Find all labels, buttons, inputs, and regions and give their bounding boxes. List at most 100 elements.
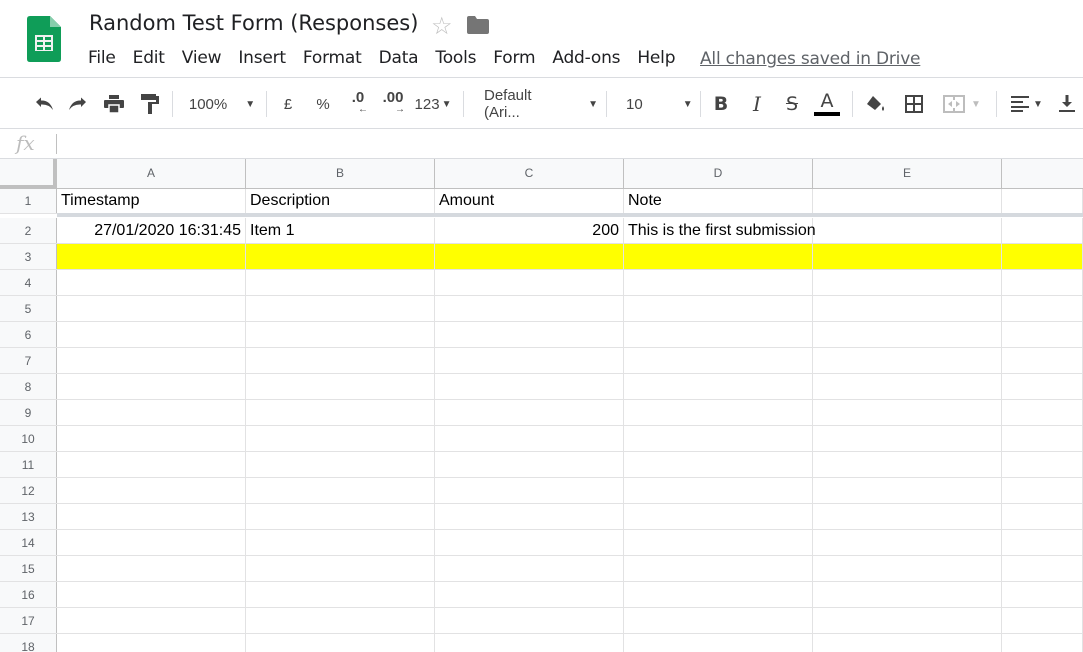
- row-header[interactable]: 18: [0, 634, 57, 652]
- cell[interactable]: [813, 296, 1002, 321]
- cell[interactable]: [57, 296, 246, 321]
- cell[interactable]: [813, 244, 1002, 269]
- cell[interactable]: [435, 504, 624, 529]
- cell[interactable]: [435, 582, 624, 607]
- column-header-d[interactable]: D: [624, 159, 813, 188]
- menu-file[interactable]: File: [88, 48, 116, 68]
- cell[interactable]: [246, 530, 435, 555]
- cell[interactable]: 27/01/2020 16:31:45: [57, 218, 246, 243]
- menu-insert[interactable]: Insert: [238, 48, 286, 68]
- cell[interactable]: [813, 374, 1002, 399]
- cell[interactable]: [1002, 556, 1083, 581]
- cell[interactable]: [1002, 244, 1083, 269]
- cell[interactable]: [57, 374, 246, 399]
- cell[interactable]: [435, 478, 624, 503]
- cell[interactable]: [1002, 296, 1083, 321]
- row-header[interactable]: 14: [0, 530, 57, 555]
- cell[interactable]: [624, 478, 813, 503]
- row-header[interactable]: 11: [0, 452, 57, 477]
- cell[interactable]: [813, 504, 1002, 529]
- cell[interactable]: [435, 400, 624, 425]
- row-header[interactable]: 10: [0, 426, 57, 451]
- cell[interactable]: [246, 374, 435, 399]
- menu-data[interactable]: Data: [379, 48, 419, 68]
- cell[interactable]: [57, 400, 246, 425]
- cell[interactable]: [624, 634, 813, 652]
- menu-format[interactable]: Format: [303, 48, 362, 68]
- column-header-c[interactable]: C: [435, 159, 624, 188]
- redo-button[interactable]: [64, 89, 92, 119]
- cell[interactable]: [435, 530, 624, 555]
- cell[interactable]: [246, 504, 435, 529]
- cell[interactable]: [624, 608, 813, 633]
- save-status-link[interactable]: All changes saved in Drive: [700, 49, 921, 69]
- cell[interactable]: [1002, 400, 1083, 425]
- cell[interactable]: Description: [246, 189, 435, 213]
- cell[interactable]: [624, 296, 813, 321]
- row-header[interactable]: 13: [0, 504, 57, 529]
- cell[interactable]: [57, 582, 246, 607]
- formula-input[interactable]: [62, 129, 1072, 158]
- cell[interactable]: [1002, 348, 1083, 373]
- italic-button[interactable]: I: [745, 89, 769, 119]
- percent-format-button[interactable]: %: [311, 89, 335, 119]
- cell[interactable]: [435, 426, 624, 451]
- cell[interactable]: [813, 530, 1002, 555]
- cell[interactable]: [1002, 452, 1083, 477]
- document-title[interactable]: Random Test Form (Responses): [89, 11, 418, 35]
- frozen-row-divider[interactable]: [57, 213, 1083, 217]
- decrease-decimals-button[interactable]: .0 ←: [344, 89, 372, 119]
- cell[interactable]: [57, 452, 246, 477]
- column-header-b[interactable]: B: [246, 159, 435, 188]
- cell[interactable]: [435, 452, 624, 477]
- column-header-e[interactable]: E: [813, 159, 1002, 188]
- paint-format-button[interactable]: [136, 89, 164, 119]
- font-family-select[interactable]: Default (Ari... ▼: [478, 87, 598, 121]
- cell[interactable]: [624, 556, 813, 581]
- more-formats-button[interactable]: 123 ▼: [412, 89, 454, 119]
- cell[interactable]: [435, 556, 624, 581]
- row-header[interactable]: 8: [0, 374, 57, 399]
- borders-button[interactable]: [900, 89, 928, 119]
- cell[interactable]: [435, 374, 624, 399]
- cell[interactable]: [624, 582, 813, 607]
- cell[interactable]: [57, 244, 246, 269]
- merge-cells-button[interactable]: ▼: [938, 89, 986, 119]
- strikethrough-button[interactable]: S: [780, 89, 804, 119]
- cell[interactable]: [813, 582, 1002, 607]
- cell[interactable]: [1002, 582, 1083, 607]
- cell[interactable]: [246, 478, 435, 503]
- cell[interactable]: [246, 634, 435, 652]
- menu-edit[interactable]: Edit: [133, 48, 165, 68]
- cell[interactable]: [1002, 270, 1083, 295]
- font-size-select[interactable]: 10 ▼: [620, 89, 693, 119]
- menu-tools[interactable]: Tools: [435, 48, 476, 68]
- cell[interactable]: [1002, 426, 1083, 451]
- cell[interactable]: [1002, 189, 1083, 213]
- cell[interactable]: [624, 530, 813, 555]
- cell[interactable]: [435, 608, 624, 633]
- cell[interactable]: [435, 270, 624, 295]
- row-header[interactable]: 5: [0, 296, 57, 321]
- cell[interactable]: [624, 426, 813, 451]
- row-header[interactable]: 9: [0, 400, 57, 425]
- cell[interactable]: [435, 348, 624, 373]
- cell[interactable]: [57, 270, 246, 295]
- cell[interactable]: [57, 348, 246, 373]
- cell[interactable]: [246, 400, 435, 425]
- cell[interactable]: Note: [624, 189, 813, 213]
- folder-icon[interactable]: [467, 16, 489, 34]
- row-header[interactable]: 3: [0, 244, 57, 269]
- row-header[interactable]: 7: [0, 348, 57, 373]
- cell[interactable]: [57, 530, 246, 555]
- cell[interactable]: [813, 478, 1002, 503]
- cell[interactable]: [624, 504, 813, 529]
- cell[interactable]: [813, 218, 1002, 243]
- cell[interactable]: [246, 426, 435, 451]
- cell[interactable]: [435, 634, 624, 652]
- horizontal-align-button[interactable]: ▼: [1006, 89, 1048, 119]
- cell[interactable]: [624, 322, 813, 347]
- undo-button[interactable]: [30, 89, 58, 119]
- cell[interactable]: [57, 322, 246, 347]
- bold-button[interactable]: B: [709, 89, 733, 119]
